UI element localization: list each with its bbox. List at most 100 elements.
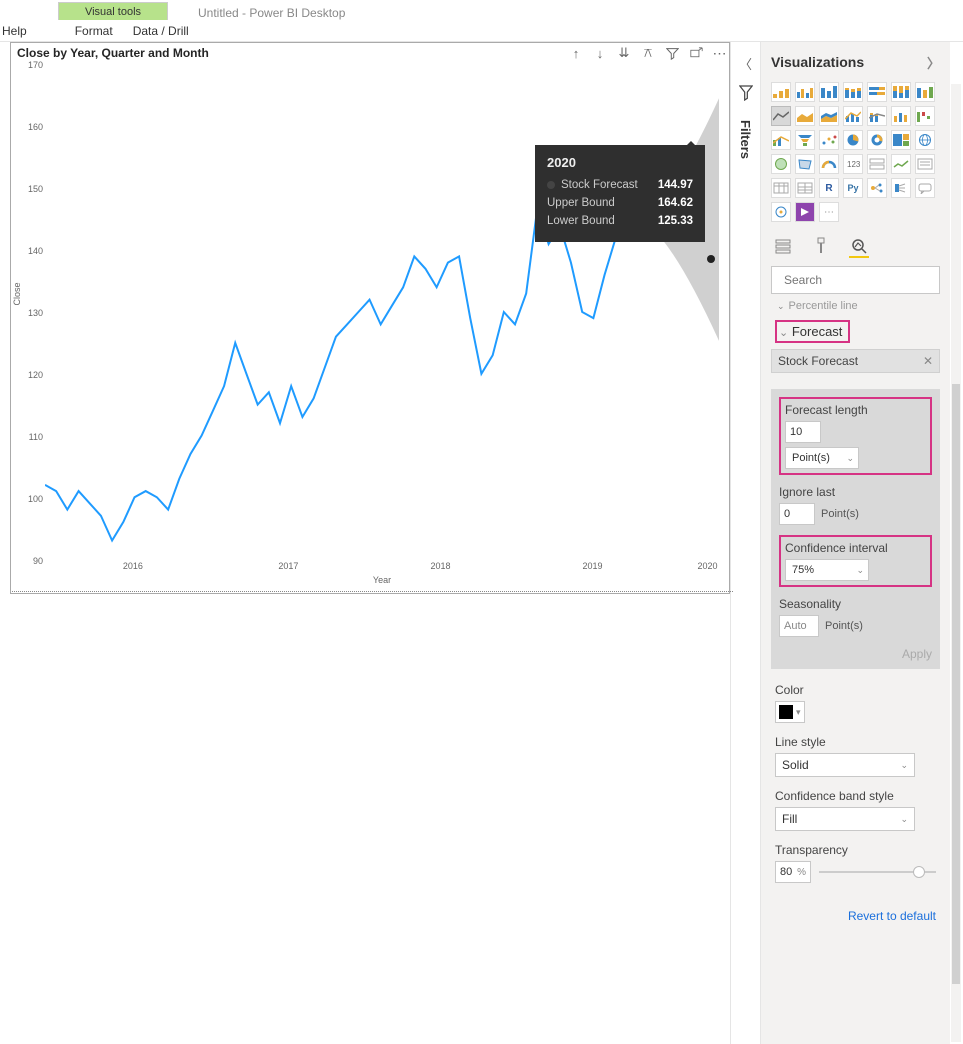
viz-multirow-card-icon[interactable] xyxy=(867,154,887,174)
viz-pie-icon[interactable] xyxy=(843,130,863,150)
ignore-last-input[interactable] xyxy=(779,503,815,525)
visualizations-pane: Visualizations 〉 xyxy=(760,42,950,1044)
scrollbar[interactable] xyxy=(951,84,961,1042)
viz-waterfall-icon[interactable] xyxy=(915,106,935,126)
menu-data-drill[interactable]: Data / Drill xyxy=(123,24,199,38)
viz-stacked-bar-icon[interactable] xyxy=(771,82,791,102)
line-style-select[interactable]: Solid⌄ xyxy=(775,753,915,777)
viz-shape-map-icon[interactable] xyxy=(795,154,815,174)
window-title: Untitled - Power BI Desktop xyxy=(198,6,345,20)
forecast-tooltip: 2020 Stock Forecast144.97 Upper Bound164… xyxy=(535,145,705,242)
viz-qna-icon[interactable] xyxy=(915,178,935,198)
filters-label: Filters xyxy=(738,120,753,159)
viz-combo-icon[interactable] xyxy=(891,106,911,126)
seasonality-unit: Point(s) xyxy=(825,620,863,632)
viz-scatter-icon[interactable] xyxy=(819,130,839,150)
viz-decomposition-icon[interactable] xyxy=(891,178,911,198)
x-axis-ticks: 20162017201820192020 xyxy=(45,561,719,573)
forecast-section-header[interactable]: ⌄ Forecast xyxy=(761,314,950,349)
viz-arcgis-icon[interactable] xyxy=(771,202,791,222)
drill-all-icon[interactable]: ⇊ xyxy=(617,46,631,60)
search-input[interactable] xyxy=(784,273,939,287)
menu-bar: Help Format Data / Drill xyxy=(0,20,963,42)
viz-get-more-icon[interactable]: ⋯ xyxy=(819,202,839,222)
transparency-label: Transparency xyxy=(775,843,936,857)
seasonality-label: Seasonality xyxy=(779,597,932,611)
viz-map-icon[interactable] xyxy=(915,130,935,150)
viz-key-influencers-icon[interactable] xyxy=(867,178,887,198)
seasonality-input[interactable]: Auto xyxy=(779,615,819,637)
viz-type-gallery: 123 R Py ⋯ xyxy=(761,82,950,228)
viz-card-icon[interactable]: 123 xyxy=(843,154,863,174)
viz-donut-icon[interactable] xyxy=(867,130,887,150)
viz-matrix-icon[interactable] xyxy=(795,178,815,198)
revert-default-link[interactable]: Revert to default xyxy=(761,905,950,935)
format-tabs xyxy=(761,228,950,266)
forecast-length-input[interactable] xyxy=(785,421,821,443)
expand-hierarchy-icon[interactable]: ⚻ xyxy=(641,46,655,60)
drill-up-icon[interactable]: ↑ xyxy=(569,46,583,60)
x-axis-label: Year xyxy=(373,575,391,585)
viz-filled-map-icon[interactable] xyxy=(771,154,791,174)
viz-clustered-bar-icon[interactable] xyxy=(795,82,815,102)
viz-line-icon[interactable] xyxy=(771,106,791,126)
percentile-line-item[interactable]: ⌄Percentile line xyxy=(761,300,950,314)
viz-r-icon[interactable]: R xyxy=(819,178,839,198)
visual-tools-tab[interactable]: Visual tools xyxy=(58,2,168,20)
drill-down-icon[interactable]: ↓ xyxy=(593,46,607,60)
ignore-last-unit: Point(s) xyxy=(821,508,859,520)
viz-slicer-icon[interactable] xyxy=(915,154,935,174)
viz-ribbon-icon[interactable] xyxy=(915,82,935,102)
ignore-last-label: Ignore last xyxy=(779,485,932,499)
chart-title: Close by Year, Quarter and Month xyxy=(17,46,209,60)
color-picker[interactable]: ▾ xyxy=(775,701,805,723)
confidence-select[interactable]: 75%⌄ xyxy=(785,559,869,581)
expand-filters-icon[interactable]: 〈 xyxy=(739,54,752,73)
analytics-tab-icon[interactable] xyxy=(849,236,869,258)
filters-icon[interactable] xyxy=(739,85,753,106)
confidence-label: Confidence interval xyxy=(785,541,926,555)
color-label: Color xyxy=(775,683,936,697)
viz-funnel-icon[interactable] xyxy=(795,130,815,150)
transparency-slider[interactable] xyxy=(819,871,936,873)
remove-series-icon[interactable]: ✕ xyxy=(923,354,933,368)
focus-mode-icon[interactable] xyxy=(689,46,703,60)
viz-line-column-icon[interactable] xyxy=(843,106,863,126)
conf-band-select[interactable]: Fill⌄ xyxy=(775,807,915,831)
tooltip-year: 2020 xyxy=(547,155,693,170)
menu-format[interactable]: Format xyxy=(65,24,123,38)
transparency-value[interactable]: 80% xyxy=(775,861,811,883)
apply-button[interactable]: Apply xyxy=(779,647,932,661)
filters-pane-collapsed: 〈 Filters xyxy=(730,42,760,1044)
viz-table-icon[interactable] xyxy=(771,178,791,198)
forecast-settings-box: Forecast length Point(s)⌄ Ignore last Po… xyxy=(771,389,940,669)
forecast-series-row[interactable]: Stock Forecast ✕ xyxy=(771,349,940,373)
format-tab-icon[interactable] xyxy=(811,236,831,258)
line-style-label: Line style xyxy=(775,735,936,749)
viz-100stacked-col-icon[interactable] xyxy=(891,82,911,102)
viz-100stacked-bar-icon[interactable] xyxy=(867,82,887,102)
y-axis-ticks: 90100110120130140150160170 xyxy=(23,65,43,559)
menu-help[interactable]: Help xyxy=(0,24,37,38)
chart-visual[interactable]: Close by Year, Quarter and Month ↑ ↓ ⇊ ⚻… xyxy=(10,42,730,594)
filter-icon[interactable] xyxy=(665,46,679,60)
forecast-length-unit[interactable]: Point(s)⌄ xyxy=(785,447,859,469)
collapse-viz-icon[interactable]: 〉 xyxy=(927,53,940,72)
viz-funnel2-icon[interactable] xyxy=(771,130,791,150)
viz-stacked-column-icon[interactable] xyxy=(843,82,863,102)
viz-stacked-area-icon[interactable] xyxy=(819,106,839,126)
forecast-length-label: Forecast length xyxy=(785,403,926,417)
viz-area-icon[interactable] xyxy=(795,106,815,126)
fields-tab-icon[interactable] xyxy=(773,236,793,258)
viz-pane-header: Visualizations 〉 xyxy=(761,42,950,82)
analytics-search[interactable] xyxy=(771,266,940,294)
viz-python-icon[interactable]: Py xyxy=(843,178,863,198)
viz-treemap-icon[interactable] xyxy=(891,130,911,150)
viz-kpi-icon[interactable] xyxy=(891,154,911,174)
y-axis-label: Close xyxy=(12,282,22,305)
viz-powerapps-icon[interactable] xyxy=(795,202,815,222)
more-options-icon[interactable] xyxy=(713,46,727,60)
viz-gauge-icon[interactable] xyxy=(819,154,839,174)
viz-column-icon[interactable] xyxy=(819,82,839,102)
viz-line-stacked-icon[interactable] xyxy=(867,106,887,126)
